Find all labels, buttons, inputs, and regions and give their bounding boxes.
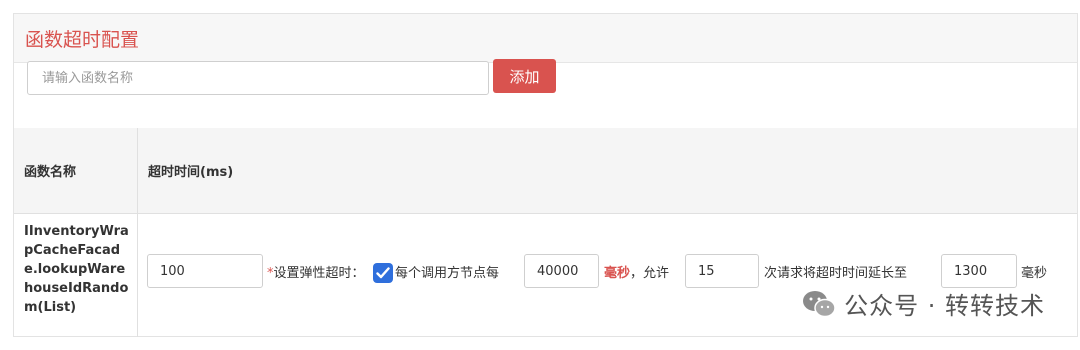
wechat-icon bbox=[803, 290, 836, 317]
panel-title: 函数超时配置 bbox=[25, 28, 140, 51]
add-button[interactable]: 添加 bbox=[493, 59, 556, 93]
window-ms-input[interactable] bbox=[524, 254, 599, 288]
request-count-input[interactable] bbox=[685, 254, 759, 288]
function-name-cell: IInventoryWrapCacheFacade.lookupWarehous… bbox=[14, 214, 138, 337]
window-unit-label: 毫秒，允许 bbox=[604, 262, 669, 281]
elastic-label-text: 设置弹性超时： bbox=[273, 266, 365, 281]
check-icon bbox=[376, 267, 390, 279]
per-call-label: 每个调用方节点每 bbox=[395, 266, 500, 281]
panel-header: 函数超时配置 bbox=[14, 14, 1077, 63]
allow-label: ，允许 bbox=[630, 266, 670, 281]
timeout-input[interactable] bbox=[147, 254, 263, 288]
ms-unit-red: 毫秒 bbox=[604, 266, 631, 281]
extended-timeout-input[interactable] bbox=[941, 254, 1017, 288]
extend-label: 次请求将超时时间延长至 bbox=[764, 266, 908, 281]
watermark: 公众号 · 转转技术 bbox=[802, 286, 1045, 321]
table-header-row: 函数名称 超时时间(ms) bbox=[14, 128, 1077, 214]
header-function-name: 函数名称 bbox=[14, 128, 138, 213]
ms-unit-label: 毫秒 bbox=[1021, 266, 1048, 281]
elastic-timeout-checkbox[interactable] bbox=[373, 263, 393, 283]
watermark-text: 公众号 · 转转技术 bbox=[844, 292, 1045, 320]
function-name-search-input[interactable] bbox=[27, 61, 489, 95]
header-timeout: 超时时间(ms) bbox=[148, 165, 234, 180]
elastic-label: *设置弹性超时： bbox=[267, 262, 365, 281]
